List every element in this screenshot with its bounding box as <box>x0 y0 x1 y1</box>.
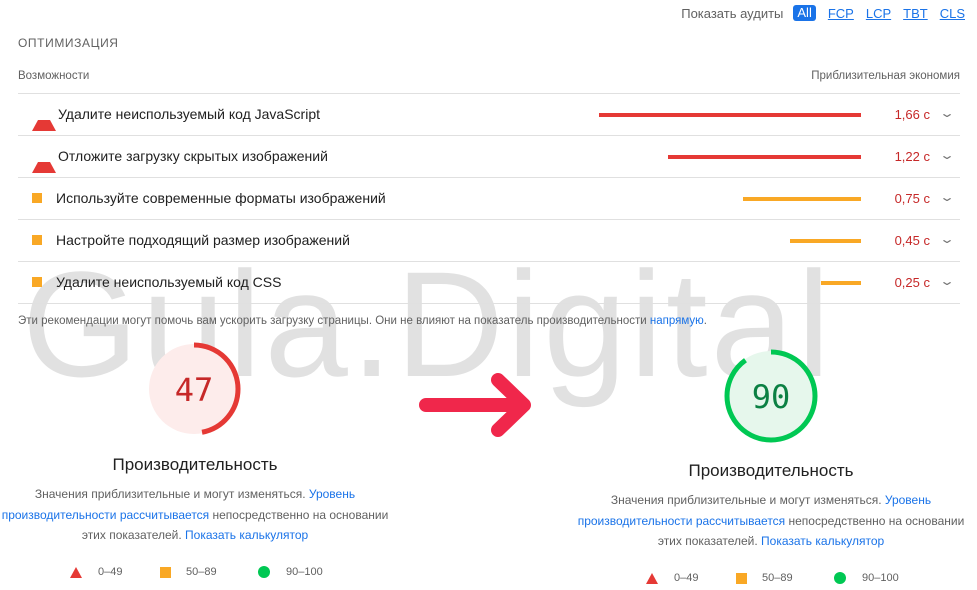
average-square-icon <box>736 572 747 584</box>
score-value-before: 47 <box>174 371 214 409</box>
legend-average: 50–89 <box>186 566 217 578</box>
audit-title: Настройте подходящий размер изображений <box>56 232 350 248</box>
savings-bar <box>668 155 861 159</box>
note-text: Эти рекомендации могут помочь вам ускори… <box>18 315 650 327</box>
chevron-down-icon[interactable]: ⌄ <box>939 190 955 204</box>
recommendation-note: Эти рекомендации могут помочь вам ускори… <box>18 315 707 327</box>
filter-chip-tbt[interactable]: TBT <box>903 6 928 21</box>
audit-row[interactable]: Удалите неиспользуемый код JavaScript 1,… <box>18 94 960 136</box>
savings-value: 0,25 с <box>894 275 930 290</box>
savings-bar <box>790 239 861 243</box>
legend-average: 50–89 <box>762 572 793 584</box>
filter-chip-all[interactable]: All <box>793 5 816 21</box>
arrow-right-icon <box>419 373 531 437</box>
savings-bar <box>599 113 861 117</box>
legend-pass: 90–100 <box>286 566 323 578</box>
audit-row[interactable]: Удалите неиспользуемый код CSS 0,25 с ⌄ <box>18 262 960 304</box>
savings-value: 0,75 с <box>894 191 930 206</box>
savings-value: 1,22 с <box>894 149 930 164</box>
column-header-opportunities: Возможности <box>18 70 90 82</box>
pass-circle-icon <box>834 572 846 584</box>
column-header-savings: Приблизительная экономия <box>811 70 960 82</box>
score-legend-after: 0–49 50–89 90–100 <box>646 572 899 584</box>
savings-value: 0,45 с <box>894 233 930 248</box>
fail-triangle-icon <box>70 566 82 578</box>
legend-fail: 0–49 <box>674 572 699 584</box>
performance-title-before: Производительность <box>112 455 278 474</box>
average-square-icon <box>160 566 171 578</box>
savings-bar <box>821 281 861 285</box>
chevron-down-icon[interactable]: ⌄ <box>939 274 955 288</box>
audit-title: Удалите неиспользуемый код JavaScript <box>58 106 321 122</box>
section-title: ОПТИМИЗАЦИЯ <box>18 36 119 50</box>
fail-triangle-icon <box>646 572 658 584</box>
savings-value: 1,66 с <box>894 107 930 122</box>
desc-link-calculator[interactable]: Показать калькулятор <box>185 528 308 542</box>
legend-pass: 90–100 <box>862 572 899 584</box>
average-square-icon <box>32 235 42 245</box>
performance-description-before: Значения приблизительные и могут изменят… <box>0 484 390 546</box>
audit-title: Используйте современные форматы изображе… <box>56 190 386 206</box>
desc-text: Значения приблизительные и могут изменят… <box>34 487 309 501</box>
audit-title: Отложите загрузку скрытых изображений <box>58 148 328 164</box>
chevron-down-icon[interactable]: ⌄ <box>939 232 955 246</box>
performance-description-after: Значения приблизительные и могут изменят… <box>576 490 966 552</box>
desc-link-calculator[interactable]: Показать калькулятор <box>761 534 884 548</box>
fail-triangle-icon <box>32 108 56 131</box>
performance-gauge-before: 47 <box>146 341 242 437</box>
chevron-down-icon[interactable]: ⌄ <box>939 148 955 162</box>
average-square-icon <box>32 277 42 287</box>
note-end: . <box>703 315 707 327</box>
savings-bar <box>743 197 861 201</box>
desc-text: Значения приблизительные и могут изменят… <box>610 493 885 507</box>
score-value-after: 90 <box>751 378 791 416</box>
average-square-icon <box>32 193 42 203</box>
chevron-down-icon[interactable]: ⌄ <box>939 106 955 120</box>
fail-triangle-icon <box>32 150 56 173</box>
audit-filter-bar: Показать аудиты All FCP LCP TBT CLS <box>681 4 965 22</box>
filter-chip-lcp[interactable]: LCP <box>866 6 891 21</box>
performance-title-after: Производительность <box>688 461 854 480</box>
audit-row[interactable]: Настройте подходящий размер изображений … <box>18 220 960 262</box>
audit-row[interactable]: Используйте современные форматы изображе… <box>18 178 960 220</box>
audit-title: Удалите неиспользуемый код CSS <box>56 274 282 290</box>
score-legend-before: 0–49 50–89 90–100 <box>70 566 323 578</box>
filter-chip-fcp[interactable]: FCP <box>828 6 854 21</box>
legend-fail: 0–49 <box>98 566 123 578</box>
pass-circle-icon <box>258 566 270 578</box>
filter-label: Показать аудиты <box>681 5 784 21</box>
audit-list: Удалите неиспользуемый код JavaScript 1,… <box>18 93 960 304</box>
filter-chip-cls[interactable]: CLS <box>940 6 965 21</box>
performance-gauge-after: 90 <box>723 348 819 444</box>
audit-row[interactable]: Отложите загрузку скрытых изображений 1,… <box>18 136 960 178</box>
note-link-directly[interactable]: напрямую <box>650 315 704 327</box>
